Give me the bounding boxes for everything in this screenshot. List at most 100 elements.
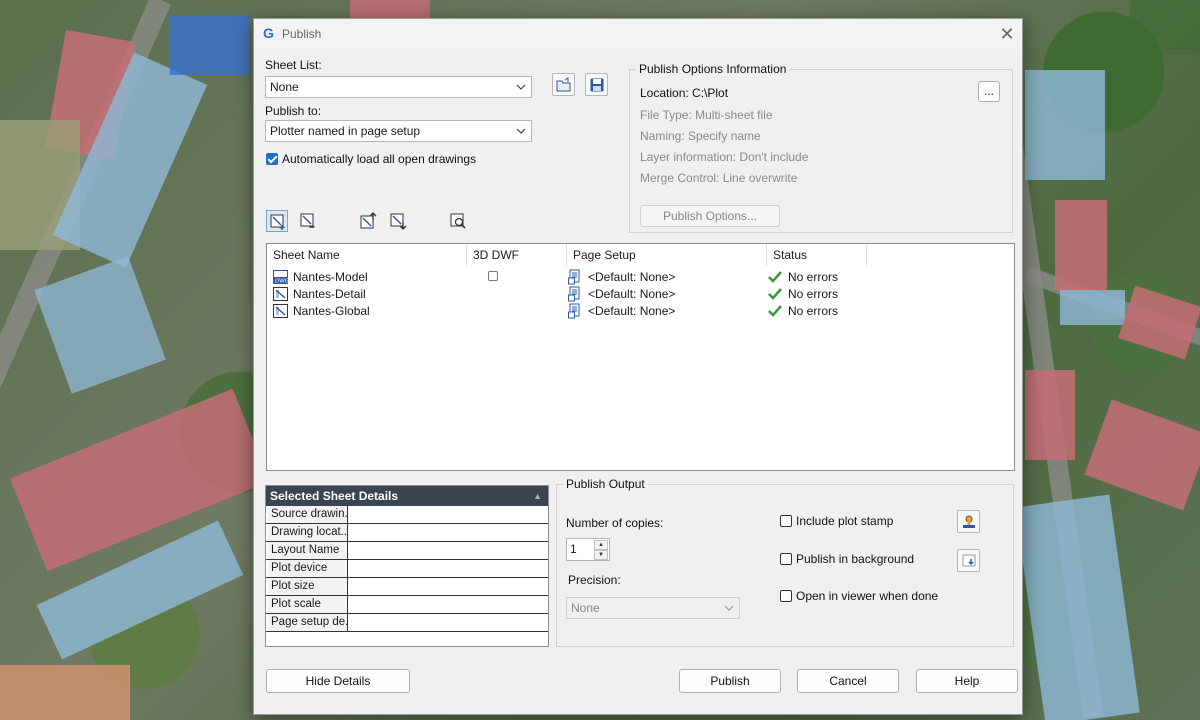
detail-key: Source drawin...	[268, 506, 348, 523]
publish-options-info-title: Publish Options Information	[636, 62, 790, 76]
sheet-list-select[interactable]: None	[265, 76, 532, 98]
add-sheets-button[interactable]	[266, 210, 288, 232]
precision-value: None	[571, 601, 600, 615]
detail-key: Plot device	[268, 560, 348, 577]
map-building	[10, 388, 270, 572]
chevron-down-icon	[516, 77, 526, 105]
status-value: No errors	[788, 304, 839, 318]
status-ok-icon	[767, 303, 783, 324]
column-header-page-setup[interactable]: Page Setup	[567, 244, 767, 266]
download-tray-icon	[962, 554, 976, 567]
publish-output-group: Publish Output Number of copies: 1 ▲ ▼ P…	[556, 477, 1014, 647]
copies-stepper[interactable]: 1 ▲ ▼	[566, 538, 610, 561]
map-building	[34, 256, 166, 394]
publish-options-button[interactable]: Publish Options...	[640, 205, 780, 227]
detail-row: Plot size	[266, 578, 548, 596]
preview-icon	[450, 213, 466, 229]
detail-row: Source drawin...	[266, 506, 548, 524]
increment-arrow-icon[interactable]: ▲	[594, 540, 608, 550]
cancel-button[interactable]: Cancel	[797, 669, 899, 693]
load-sheet-list-button[interactable]	[552, 73, 575, 96]
stamp-icon	[963, 515, 975, 528]
location-label: Location: C:\Plot	[640, 86, 728, 100]
svg-text:DWG: DWG	[275, 279, 288, 285]
chevron-down-icon	[516, 121, 526, 149]
map-building	[170, 15, 250, 75]
status-value: No errors	[788, 287, 839, 301]
column-header-status[interactable]: Status	[767, 244, 867, 266]
detail-row: Layout Name	[266, 542, 548, 560]
map-building	[1055, 200, 1107, 290]
file-type-info: File Type: Multi-sheet file	[640, 108, 773, 122]
browse-location-button[interactable]: ...	[978, 81, 1000, 102]
detail-key: Page setup de...	[268, 614, 348, 631]
publish-button[interactable]: Publish	[679, 669, 781, 693]
save-sheet-list-button[interactable]	[585, 73, 608, 96]
move-up-icon	[360, 212, 377, 229]
copies-label: Number of copies:	[566, 516, 664, 530]
publish-to-label: Publish to:	[265, 104, 322, 118]
detail-key: Plot scale	[268, 596, 348, 613]
plot-stamp-settings-button[interactable]	[957, 510, 980, 533]
map-building	[1015, 494, 1140, 720]
publish-options-info-group: Publish Options Information Location: C:…	[629, 62, 1013, 233]
table-row[interactable]: Nantes-Detail <Default: None> No errors	[267, 286, 1014, 303]
details-header[interactable]: Selected Sheet Details ▲	[266, 486, 548, 506]
move-sheet-up-button[interactable]	[357, 210, 379, 232]
column-header-sheet-name[interactable]: Sheet Name	[267, 244, 467, 266]
collapse-up-icon[interactable]: ▲	[533, 486, 542, 506]
preview-sheet-button[interactable]	[447, 210, 469, 232]
open-in-viewer-checkbox[interactable]	[780, 590, 792, 602]
detail-row: Plot scale	[266, 596, 548, 614]
location-value: C:\Plot	[692, 86, 729, 100]
hide-details-button[interactable]: Hide Details	[266, 669, 410, 693]
dwf-checkbox[interactable]	[488, 271, 498, 281]
detail-key: Plot size	[268, 578, 348, 595]
sheet-list-table[interactable]: Sheet Name 3D DWF Page Setup Status DWG …	[266, 243, 1015, 471]
sheet-list-value: None	[270, 80, 299, 94]
add-sheet-icon	[270, 214, 285, 230]
include-plot-stamp-checkbox[interactable]	[780, 515, 792, 527]
publish-in-background-checkbox[interactable]	[780, 553, 792, 565]
map-building	[1025, 70, 1105, 180]
publish-output-title: Publish Output	[563, 477, 648, 491]
sheet-name: Nantes-Model	[293, 270, 368, 284]
detail-row: Page setup de...	[266, 614, 548, 632]
page-setup-value: <Default: None>	[588, 304, 676, 318]
publish-to-select[interactable]: Plotter named in page setup	[265, 120, 532, 142]
help-button[interactable]: Help	[916, 669, 1018, 693]
publish-dialog: G Publish ✕ Sheet List: None Publish to:…	[253, 18, 1023, 715]
title-bar: G Publish ✕	[254, 19, 1022, 49]
map-building	[0, 665, 130, 720]
publish-to-value: Plotter named in page setup	[270, 124, 421, 138]
page-setup-value: <Default: None>	[588, 270, 676, 284]
status-value: No errors	[788, 270, 839, 284]
table-row[interactable]: DWG Nantes-Model <Default: None> No erro…	[267, 269, 1014, 286]
remove-sheets-button[interactable]	[297, 210, 319, 232]
background-settings-button[interactable]	[957, 549, 980, 572]
detail-key: Layout Name	[268, 542, 348, 559]
save-disk-icon	[590, 78, 604, 92]
table-row[interactable]: Nantes-Global <Default: None> No errors	[267, 303, 1014, 320]
sheet-name: Nantes-Global	[293, 304, 370, 318]
precision-select[interactable]: None	[566, 597, 740, 619]
decrement-arrow-icon[interactable]: ▼	[594, 550, 608, 560]
app-logo-icon: G	[263, 25, 274, 41]
merge-control-info: Merge Control: Line overwrite	[640, 171, 798, 185]
details-title: Selected Sheet Details	[270, 489, 399, 503]
close-icon[interactable]: ✕	[992, 19, 1022, 49]
map-building	[1060, 290, 1125, 325]
include-plot-stamp-label: Include plot stamp	[796, 514, 894, 528]
dialog-title: Publish	[282, 27, 322, 41]
layout-sheet-icon	[273, 304, 288, 323]
map-building	[350, 0, 430, 18]
column-header-3d-dwf[interactable]: 3D DWF	[467, 244, 567, 266]
sheet-list-label: Sheet List:	[265, 58, 322, 72]
naming-info: Naming: Specify name	[640, 129, 761, 143]
move-down-icon	[390, 213, 407, 230]
map-building	[1084, 399, 1200, 511]
layer-info: Layer information: Don't include	[640, 150, 809, 164]
move-sheet-down-button[interactable]	[387, 210, 409, 232]
auto-load-checkbox[interactable]	[266, 153, 278, 165]
detail-row: Drawing locat...	[266, 524, 548, 542]
